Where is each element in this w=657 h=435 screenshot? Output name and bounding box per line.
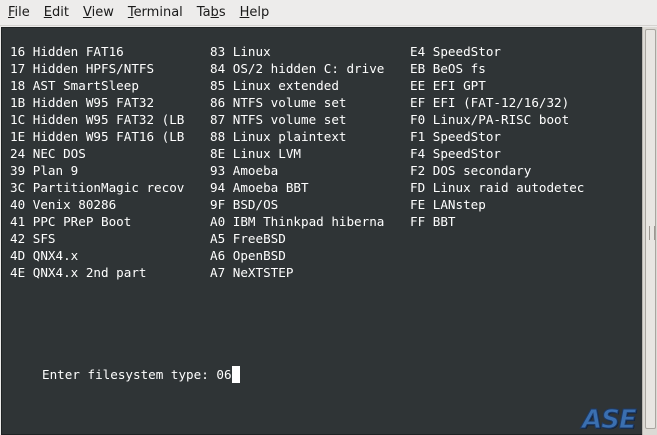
menu-mnemonic: b [210,4,219,20]
partition-type-entry: EE EFI GPT [410,78,486,93]
menu-mnemonic: E [43,4,52,20]
partition-type-entry: 1C Hidden W95 FAT32 (LB [10,112,185,127]
menu-mnemonic: H [239,4,250,20]
partition-type-entry [410,230,640,247]
partition-type-entry: 94 Amoeba BBT [210,180,309,195]
partition-type-entry: FD Linux raid autodetec [410,180,585,195]
menu-label-rest: elp [249,4,270,20]
terminal-line: 40 Venix 80286 9F BSD/OS FE LANstep [10,196,640,213]
scrollbar-thumb[interactable] [645,29,656,429]
partition-type-entry: 17 Hidden HPFS/NTFS [10,61,155,76]
partition-type-entry: 85 Linux extended [210,78,339,93]
partition-type-entry: 86 NTFS volume set [210,95,347,110]
menu-label-rest: ile [14,4,30,20]
partition-type-entry: EF EFI (FAT-12/16/32) [410,95,570,110]
partition-type-entry: A0 IBM Thinkpad hiberna [210,214,385,229]
partition-type-entry: 4D QNX4.x [10,248,79,263]
menu-item-help[interactable]: Help [234,2,276,24]
terminal-line: 24 NEC DOS 8E Linux LVM F4 SpeedStor [10,145,640,162]
text-cursor [231,366,240,383]
partition-type-entry: F1 SpeedStor [410,129,501,144]
partition-type-entry: 83 Linux [210,44,271,59]
terminal-line: 1B Hidden W95 FAT32 86 NTFS volume set EF … [10,94,640,111]
terminal-line: 16 Hidden FAT16 83 Linux E4 SpeedStor [10,43,640,60]
menu-label-rest: iew [91,4,114,20]
terminal-line: 4E QNX4.x 2nd part A7 NeXTSTEP [10,264,640,281]
partition-type-entry: 40 Venix 80286 [10,197,117,212]
terminal-line: 1C Hidden W95 FAT32 (LB 87 NTFS volume se… [10,111,640,128]
partition-type-entry: 41 PPC PReP Boot [10,214,132,229]
partition-type-entry: F0 Linux/PA-RISC boot [410,112,570,127]
partition-type-entry: A6 OpenBSD [210,248,286,263]
terminal-line: 18 AST SmartSleep 85 Linux extended EE EFI… [10,77,640,94]
menu-item-view[interactable]: View [77,2,120,24]
prompt-text: Enter filesystem type: 06 [42,367,232,382]
filesystem-type-prompt[interactable]: Enter filesystem type: 06 [42,366,240,383]
terminal-line: 42 SFS A5 FreeBSD [10,230,640,247]
menu-item-edit[interactable]: Edit [38,2,75,24]
partition-type-entry: 16 Hidden FAT16 [10,44,124,59]
menu-item-file[interactable]: File [2,2,36,24]
partition-type-entry: 84 OS/2 hidden C: drive [210,61,385,76]
partition-type-entry: 1E Hidden W95 FAT16 (LB [10,129,185,144]
vertical-scrollbar[interactable] [642,27,657,435]
partition-type-entry: E4 SpeedStor [410,44,501,59]
partition-type-entry: 42 SFS [10,231,56,246]
partition-type-entry: 1B Hidden W95 FAT32 [10,95,155,110]
terminal-line: 4D QNX4.x A6 OpenBSD [10,247,640,264]
grip-icon [649,226,655,240]
partition-type-entry [410,247,640,264]
terminal-line: 3C PartitionMagic recov 94 Amoeba BBT FD L… [10,179,640,196]
partition-type-entry: FF BBT [410,214,456,229]
menu-mnemonic: V [82,4,92,20]
terminal-line: 41 PPC PReP Boot A0 IBM Thinkpad hiberna F… [10,213,640,230]
partition-type-entry: 88 Linux plaintext [210,129,347,144]
partition-type-entry: F2 DOS secondary [410,163,532,178]
partition-type-entry: FE LANstep [410,197,486,212]
partition-type-entry [410,264,640,281]
partition-type-entry: 9F BSD/OS [210,197,279,212]
menu-item-tabs[interactable]: Tabs [191,2,232,24]
ase-logo: ASE [582,405,638,435]
partition-type-list: 16 Hidden FAT16 83 Linux E4 SpeedStor 17 Hi… [10,43,640,281]
partition-type-entry: F4 SpeedStor [410,146,501,161]
partition-type-entry: 4E QNX4.x 2nd part [10,265,147,280]
terminal-line: 39 Plan 9 93 Amoeba F2 DOS secondary [10,162,640,179]
menu-item-terminal[interactable]: Terminal [122,2,189,24]
partition-type-entry: A5 FreeBSD [210,231,286,246]
terminal-line: 1E Hidden W95 FAT16 (LB 88 Linux plaintex… [10,128,640,145]
partition-type-entry: A7 NeXTSTEP [210,265,294,280]
partition-type-entry: 93 Amoeba [210,163,279,178]
terminal-window[interactable]: 16 Hidden FAT16 83 Linux E4 SpeedStor 17 Hi… [1,27,643,435]
partition-type-entry: 39 Plan 9 [10,163,79,178]
partition-type-entry: 8E Linux LVM [210,146,301,161]
menu-label-prefix: Ta [196,4,211,20]
partition-type-entry: 24 NEC DOS [10,146,86,161]
menu-bar: File Edit View Terminal Tabs Help [0,0,657,26]
partition-type-entry: EB BeOS fs [410,61,486,76]
terminal-line: 17 Hidden HPFS/NTFS 84 OS/2 hidden C: dri… [10,60,640,77]
partition-type-entry: 3C PartitionMagic recov [10,180,185,195]
partition-type-entry: 87 NTFS volume set [210,112,347,127]
menu-label-rest: s [218,4,226,20]
menu-label-rest: dit [52,4,69,20]
partition-type-entry: 18 AST SmartSleep [10,78,139,93]
menu-label-rest: erminal [133,4,183,20]
